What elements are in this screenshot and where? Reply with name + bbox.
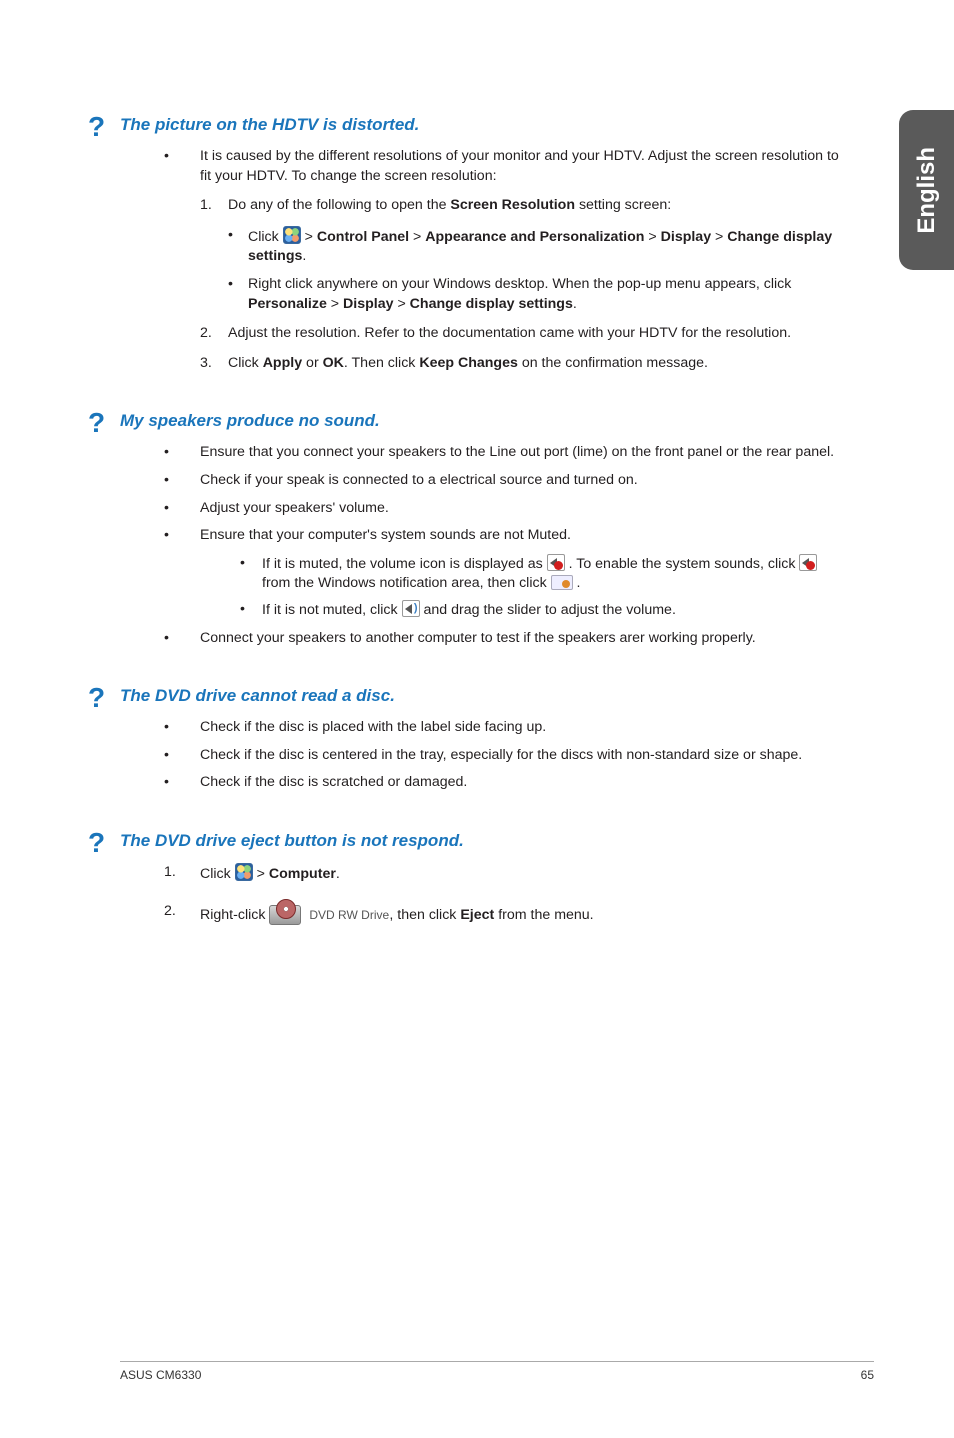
t: . To enable the system sounds, click bbox=[565, 556, 800, 572]
step-text: Click > Computer. bbox=[200, 866, 340, 882]
t: > bbox=[394, 296, 410, 312]
t: setting screen: bbox=[575, 197, 671, 213]
t: Do any of the following to open the bbox=[228, 197, 450, 213]
step-text: Adjust the resolution. Refer to the docu… bbox=[228, 325, 791, 341]
b: Control Panel bbox=[317, 229, 409, 245]
faq-no-sound: ? My speakers produce no sound. Ensure t… bbox=[120, 411, 840, 648]
faq-intro: It is caused by the different resolution… bbox=[120, 147, 840, 186]
step-text: Right-click DVD RW Drive, then click Eje… bbox=[200, 907, 594, 923]
t: . bbox=[573, 296, 577, 312]
b: Change display settings bbox=[410, 296, 573, 312]
bullet: Check if the disc is placed with the lab… bbox=[120, 718, 840, 738]
t: . bbox=[336, 866, 340, 882]
footer-model: ASUS CM6330 bbox=[120, 1368, 201, 1382]
b: Display bbox=[661, 229, 711, 245]
windows-start-icon bbox=[235, 863, 253, 881]
bullet: Check if the disc is scratched or damage… bbox=[120, 773, 840, 793]
step-2: 2. Adjust the resolution. Refer to the d… bbox=[120, 324, 840, 344]
faq-hdtv-distorted: ? The picture on the HDTV is distorted. … bbox=[120, 115, 840, 373]
windows-start-icon bbox=[283, 226, 301, 244]
t: . bbox=[573, 575, 581, 591]
faq-title: The picture on the HDTV is distorted. bbox=[120, 115, 419, 134]
bullet: Check if your speak is connected to a el… bbox=[120, 471, 840, 491]
t: from the Windows notification area, then… bbox=[262, 575, 551, 591]
b: Apply bbox=[263, 355, 302, 371]
bullet: Ensure that your computer's system sound… bbox=[120, 526, 840, 546]
t: > bbox=[327, 296, 343, 312]
volume-icon bbox=[402, 600, 420, 617]
sub-bullet-muted: If it is muted, the volume icon is displ… bbox=[120, 554, 840, 594]
step-1: 1. Do any of the following to open the S… bbox=[120, 196, 840, 216]
step-text: Do any of the following to open the Scre… bbox=[228, 197, 671, 213]
t: Right-click bbox=[200, 907, 269, 923]
t: > bbox=[711, 229, 727, 245]
bullet: Adjust your speakers' volume. bbox=[120, 499, 840, 519]
step-number: 3. bbox=[200, 354, 212, 374]
page-content: ? The picture on the HDTV is distorted. … bbox=[120, 115, 840, 966]
substep-click-path: Click > Control Panel > Appearance and P… bbox=[120, 226, 840, 267]
dvd-drive-icon: DVD RW Drive bbox=[269, 902, 389, 928]
substep-right-click: Right click anywhere on your Windows des… bbox=[120, 275, 840, 314]
language-tab-label: English bbox=[913, 147, 941, 234]
faq-dvd-read: ? The DVD drive cannot read a disc. Chec… bbox=[120, 686, 840, 793]
step-number: 2. bbox=[200, 324, 212, 344]
question-mark-icon: ? bbox=[88, 827, 105, 859]
step-text: Click Apply or OK. Then click Keep Chang… bbox=[228, 355, 708, 371]
language-tab: English bbox=[899, 110, 954, 270]
dvd-drive-label: DVD RW Drive bbox=[309, 907, 389, 924]
step-number: 2. bbox=[164, 902, 176, 922]
t: If it is muted, the volume icon is displ… bbox=[262, 556, 547, 572]
question-mark-icon: ? bbox=[88, 407, 105, 439]
t: on the confirmation message. bbox=[518, 355, 708, 371]
t: > bbox=[301, 229, 317, 245]
faq-title: The DVD drive cannot read a disc. bbox=[120, 686, 395, 705]
mixer-icon bbox=[551, 575, 573, 590]
t: Click bbox=[248, 229, 283, 245]
t: and drag the slider to adjust the volume… bbox=[420, 602, 676, 618]
volume-muted-icon bbox=[799, 554, 817, 571]
t: > bbox=[644, 229, 660, 245]
footer-page-number: 65 bbox=[861, 1368, 874, 1382]
t: from the menu. bbox=[494, 907, 593, 923]
step-3: 3. Click Apply or OK. Then click Keep Ch… bbox=[120, 354, 840, 374]
bullet: Connect your speakers to another compute… bbox=[120, 629, 840, 649]
step-number: 1. bbox=[200, 196, 212, 216]
t: . Then click bbox=[344, 355, 419, 371]
question-mark-icon: ? bbox=[88, 111, 105, 143]
b: OK bbox=[323, 355, 344, 371]
step-1: 1. Click > Computer. bbox=[120, 863, 840, 885]
t: Right click anywhere on your Windows des… bbox=[248, 276, 791, 292]
b: Personalize bbox=[248, 296, 327, 312]
faq-dvd-eject: ? The DVD drive eject button is not resp… bbox=[120, 831, 840, 929]
t: or bbox=[302, 355, 323, 371]
faq-title: The DVD drive eject button is not respon… bbox=[120, 831, 464, 850]
b: Screen Resolution bbox=[450, 197, 575, 213]
b: Computer bbox=[269, 866, 336, 882]
t: Click bbox=[228, 355, 263, 371]
t: . bbox=[302, 248, 306, 264]
t: , then click bbox=[389, 907, 460, 923]
b: Eject bbox=[460, 907, 494, 923]
step-2: 2. Right-click DVD RW Drive, then click … bbox=[120, 902, 840, 928]
bullet: Check if the disc is centered in the tra… bbox=[120, 746, 840, 766]
t: If it is not muted, click bbox=[262, 602, 402, 618]
step-number: 1. bbox=[164, 863, 176, 883]
faq-title: My speakers produce no sound. bbox=[120, 411, 380, 430]
sub-bullet-not-muted: If it is not muted, click and drag the s… bbox=[120, 600, 840, 621]
b: Appearance and Personalization bbox=[425, 229, 644, 245]
b: Keep Changes bbox=[419, 355, 518, 371]
t: > bbox=[409, 229, 425, 245]
question-mark-icon: ? bbox=[88, 682, 105, 714]
t: Click bbox=[200, 866, 235, 882]
b: Display bbox=[343, 296, 393, 312]
volume-muted-icon bbox=[547, 554, 565, 571]
bullet: Ensure that you connect your speakers to… bbox=[120, 443, 840, 463]
t: > bbox=[253, 866, 269, 882]
page-footer: ASUS CM6330 65 bbox=[120, 1361, 874, 1382]
